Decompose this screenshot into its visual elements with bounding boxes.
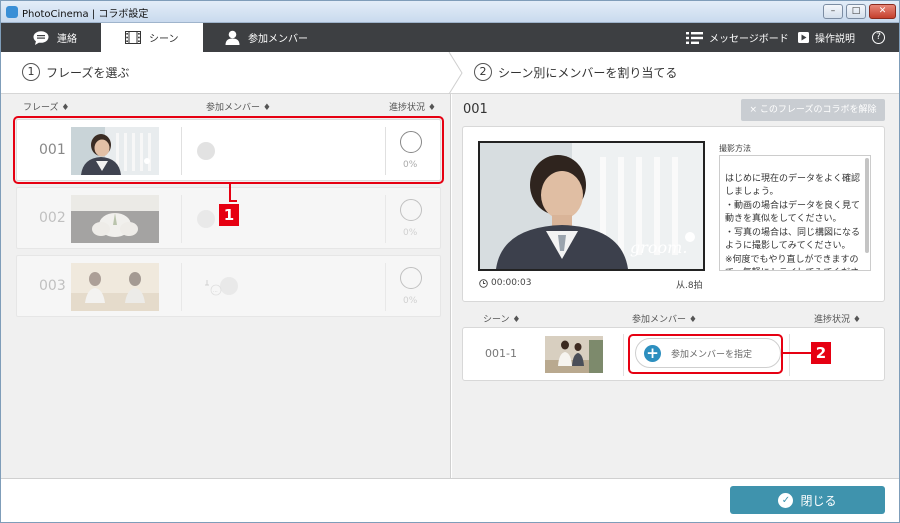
step-2-label: シーン別にメンバーを割り当てる: [498, 65, 678, 80]
help-link[interactable]: 操作説明: [798, 23, 855, 52]
close-dialog-label: 閉じる: [800, 493, 837, 508]
message-board-label: メッセージボード: [709, 34, 789, 45]
step-1-label: フレーズを選ぶ: [46, 65, 130, 80]
step-2: 2 シーン別にメンバーを割り当てる: [474, 63, 677, 81]
phrase-thumbnail: [71, 263, 159, 311]
step-2-number: 2: [474, 63, 492, 81]
beat-count: 从.8拍: [676, 281, 703, 291]
tab-contact[interactable]: 連絡: [1, 23, 101, 52]
annotation-highlight-1: [13, 116, 444, 184]
play-icon: [798, 32, 809, 43]
col-scene-header[interactable]: シーン ♦: [483, 312, 520, 325]
shooting-method-text: はじめに現在のデータをよく確認しましょう。 ・動画の場合はデータを良く見て動きを…: [725, 173, 861, 271]
app-window: PhotoCinema | コラボ設定 – □ ✕ 連絡 シーン 参加メンバー …: [0, 0, 900, 523]
time-readout: 00:00:03: [479, 278, 531, 288]
scene-thumbnail: [545, 336, 603, 373]
phrase-detail-pane: 001 × このフレーズのコラボを解除 groom. 00:00:03 从.8拍…: [452, 94, 899, 478]
close-dialog-button[interactable]: ✓ 閉じる: [730, 486, 885, 514]
col-phrase-header[interactable]: フレーズ ♦: [23, 100, 69, 113]
shooting-method-label: 撮影方法: [719, 144, 751, 153]
help-label: 操作説明: [815, 34, 855, 45]
clock-icon: [479, 278, 488, 288]
video-preview[interactable]: groom.: [478, 141, 705, 271]
progress-ring-icon: [400, 267, 422, 289]
minimize-button[interactable]: –: [823, 4, 843, 19]
shooting-method-textbox[interactable]: はじめに現在のデータをよく確認しましょう。 ・動画の場合はデータを良く見て動きを…: [719, 155, 871, 271]
scene-id: 001-1: [485, 347, 517, 360]
tab-members-label: 参加メンバー: [248, 34, 308, 45]
col-scene-progress-header[interactable]: 進捗状況 ♦: [814, 312, 861, 325]
time-value: 00:00:03: [491, 278, 532, 288]
progress-ring-icon: [400, 199, 422, 221]
annotation-badge-2: 2: [811, 342, 831, 364]
phrase-number: 002: [39, 210, 66, 226]
column-divider: [385, 195, 386, 243]
window-title: PhotoCinema | コラボ設定: [22, 9, 149, 20]
phrase-number: 003: [39, 278, 66, 294]
tab-members[interactable]: 参加メンバー: [203, 23, 333, 52]
tab-scene-label: シーン: [149, 34, 179, 45]
textbox-scrollbar[interactable]: [865, 158, 869, 253]
member-placeholder-avatar: [197, 210, 215, 228]
unlink-collab-button[interactable]: × このフレーズのコラボを解除: [741, 99, 885, 121]
title-bar: PhotoCinema | コラボ設定 – □ ✕: [1, 1, 899, 23]
tab-contact-label: 連絡: [57, 34, 77, 45]
film-strip-icon: [125, 31, 141, 44]
info-button[interactable]: ?: [872, 23, 885, 52]
check-icon: ✓: [778, 492, 794, 508]
progress-value: 0%: [403, 296, 418, 306]
maximize-button[interactable]: □: [846, 4, 866, 19]
selected-phrase-title: 001: [463, 102, 488, 117]
column-divider: [181, 263, 182, 311]
phrase-thumbnail: [71, 195, 159, 243]
phrase-list-pane: フレーズ ♦ 参加メンバー ♦ 進捗状況 ♦ 001 0% 002 0% 003…: [1, 94, 451, 478]
col-scene-members-header[interactable]: 参加メンバー ♦: [632, 312, 697, 325]
progress-value: 0%: [403, 228, 418, 238]
person-icon: [225, 30, 240, 45]
phrase-detail-card: groom. 00:00:03 从.8拍 撮影方法 はじめに現在のデータをよく確…: [462, 126, 885, 302]
column-divider: [181, 195, 182, 243]
footer-bar: ✓ 閉じる: [1, 478, 899, 522]
step-1: 1 フレーズを選ぶ: [22, 63, 129, 81]
annotation-highlight-2: [628, 334, 783, 374]
chat-bubble-icon: [33, 30, 49, 45]
annotation-connector-1b: [229, 200, 237, 202]
question-icon: ?: [872, 31, 885, 44]
step-arrow-icon: [448, 52, 463, 94]
column-divider: [385, 263, 386, 311]
annotation-connector-2: [783, 352, 811, 354]
col-progress-header[interactable]: 進捗状況 ♦: [389, 100, 436, 113]
tab-scene[interactable]: シーン: [101, 23, 203, 52]
message-board-link[interactable]: メッセージボード: [686, 23, 789, 52]
step-1-number: 1: [22, 63, 40, 81]
column-divider: [623, 334, 624, 376]
preview-overlay-text: groom.: [630, 238, 687, 257]
phrase-row-003[interactable]: 003 ... 0%: [16, 255, 441, 317]
member-cluster-icon: ...: [205, 277, 238, 296]
photocinema-app-icon: [6, 6, 18, 18]
annotation-badge-1: 1: [219, 204, 239, 226]
close-window-button[interactable]: ✕: [869, 4, 896, 19]
top-nav: 連絡 シーン 参加メンバー メッセージボード 操作説明 ?: [1, 23, 899, 52]
message-board-icon: [686, 31, 703, 44]
svg-text:...: ...: [213, 288, 218, 294]
col-members-header[interactable]: 参加メンバー ♦: [206, 100, 271, 113]
steps-header: 1 フレーズを選ぶ 2 シーン別にメンバーを割り当てる: [1, 52, 899, 94]
column-divider: [789, 334, 790, 376]
